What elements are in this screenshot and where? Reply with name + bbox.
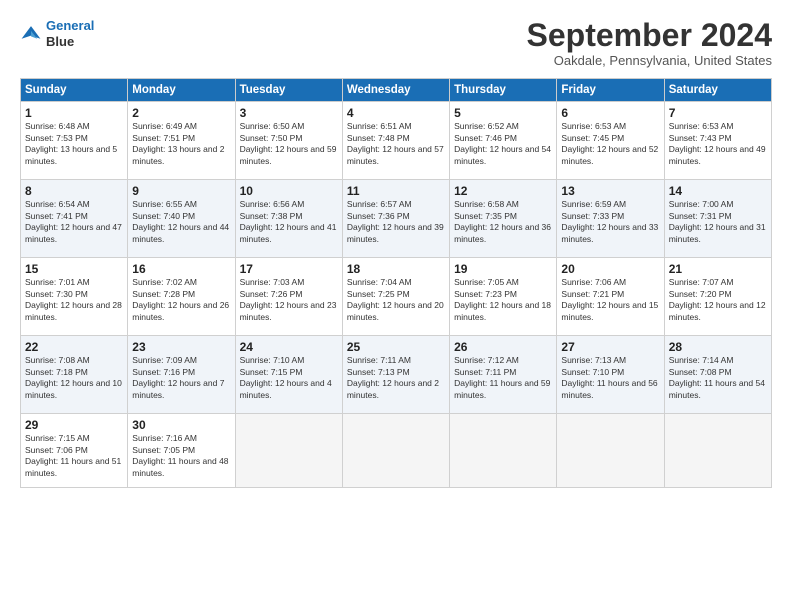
- list-item: [557, 414, 664, 488]
- table-row: 22Sunrise: 7:08 AMSunset: 7:18 PMDayligh…: [21, 336, 772, 414]
- list-item: 11Sunrise: 6:57 AMSunset: 7:36 PMDayligh…: [342, 180, 449, 258]
- list-item: 29Sunrise: 7:15 AMSunset: 7:06 PMDayligh…: [21, 414, 128, 488]
- list-item: 7Sunrise: 6:53 AMSunset: 7:43 PMDaylight…: [664, 102, 771, 180]
- list-item: 1Sunrise: 6:48 AMSunset: 7:53 PMDaylight…: [21, 102, 128, 180]
- list-item: 10Sunrise: 6:56 AMSunset: 7:38 PMDayligh…: [235, 180, 342, 258]
- list-item: 9Sunrise: 6:55 AMSunset: 7:40 PMDaylight…: [128, 180, 235, 258]
- logo: General Blue: [20, 18, 94, 49]
- logo-text: General Blue: [46, 18, 94, 49]
- header-row: Sunday Monday Tuesday Wednesday Thursday…: [21, 79, 772, 102]
- calendar-table: Sunday Monday Tuesday Wednesday Thursday…: [20, 78, 772, 488]
- list-item: 25Sunrise: 7:11 AMSunset: 7:13 PMDayligh…: [342, 336, 449, 414]
- table-row: 15Sunrise: 7:01 AMSunset: 7:30 PMDayligh…: [21, 258, 772, 336]
- page: General Blue September 2024 Oakdale, Pen…: [0, 0, 792, 612]
- list-item: 16Sunrise: 7:02 AMSunset: 7:28 PMDayligh…: [128, 258, 235, 336]
- list-item: 18Sunrise: 7:04 AMSunset: 7:25 PMDayligh…: [342, 258, 449, 336]
- list-item: 22Sunrise: 7:08 AMSunset: 7:18 PMDayligh…: [21, 336, 128, 414]
- list-item: 14Sunrise: 7:00 AMSunset: 7:31 PMDayligh…: [664, 180, 771, 258]
- list-item: 24Sunrise: 7:10 AMSunset: 7:15 PMDayligh…: [235, 336, 342, 414]
- list-item: 15Sunrise: 7:01 AMSunset: 7:30 PMDayligh…: [21, 258, 128, 336]
- col-thursday: Thursday: [450, 79, 557, 102]
- list-item: [664, 414, 771, 488]
- col-sunday: Sunday: [21, 79, 128, 102]
- col-wednesday: Wednesday: [342, 79, 449, 102]
- list-item: 21Sunrise: 7:07 AMSunset: 7:20 PMDayligh…: [664, 258, 771, 336]
- title-block: September 2024 Oakdale, Pennsylvania, Un…: [527, 18, 772, 68]
- list-item: 2Sunrise: 6:49 AMSunset: 7:51 PMDaylight…: [128, 102, 235, 180]
- table-row: 8Sunrise: 6:54 AMSunset: 7:41 PMDaylight…: [21, 180, 772, 258]
- col-friday: Friday: [557, 79, 664, 102]
- list-item: 13Sunrise: 6:59 AMSunset: 7:33 PMDayligh…: [557, 180, 664, 258]
- location: Oakdale, Pennsylvania, United States: [527, 53, 772, 68]
- list-item: 26Sunrise: 7:12 AMSunset: 7:11 PMDayligh…: [450, 336, 557, 414]
- list-item: 17Sunrise: 7:03 AMSunset: 7:26 PMDayligh…: [235, 258, 342, 336]
- logo-icon: [20, 23, 42, 45]
- col-saturday: Saturday: [664, 79, 771, 102]
- list-item: 5Sunrise: 6:52 AMSunset: 7:46 PMDaylight…: [450, 102, 557, 180]
- list-item: 8Sunrise: 6:54 AMSunset: 7:41 PMDaylight…: [21, 180, 128, 258]
- list-item: 23Sunrise: 7:09 AMSunset: 7:16 PMDayligh…: [128, 336, 235, 414]
- list-item: [450, 414, 557, 488]
- col-monday: Monday: [128, 79, 235, 102]
- list-item: 28Sunrise: 7:14 AMSunset: 7:08 PMDayligh…: [664, 336, 771, 414]
- list-item: 3Sunrise: 6:50 AMSunset: 7:50 PMDaylight…: [235, 102, 342, 180]
- list-item: [235, 414, 342, 488]
- list-item: 4Sunrise: 6:51 AMSunset: 7:48 PMDaylight…: [342, 102, 449, 180]
- list-item: 19Sunrise: 7:05 AMSunset: 7:23 PMDayligh…: [450, 258, 557, 336]
- list-item: 12Sunrise: 6:58 AMSunset: 7:35 PMDayligh…: [450, 180, 557, 258]
- list-item: 20Sunrise: 7:06 AMSunset: 7:21 PMDayligh…: [557, 258, 664, 336]
- table-row: 1Sunrise: 6:48 AMSunset: 7:53 PMDaylight…: [21, 102, 772, 180]
- list-item: [342, 414, 449, 488]
- header: General Blue September 2024 Oakdale, Pen…: [20, 18, 772, 68]
- list-item: 6Sunrise: 6:53 AMSunset: 7:45 PMDaylight…: [557, 102, 664, 180]
- table-row: 29Sunrise: 7:15 AMSunset: 7:06 PMDayligh…: [21, 414, 772, 488]
- list-item: 27Sunrise: 7:13 AMSunset: 7:10 PMDayligh…: [557, 336, 664, 414]
- month-title: September 2024: [527, 18, 772, 53]
- list-item: 30Sunrise: 7:16 AMSunset: 7:05 PMDayligh…: [128, 414, 235, 488]
- col-tuesday: Tuesday: [235, 79, 342, 102]
